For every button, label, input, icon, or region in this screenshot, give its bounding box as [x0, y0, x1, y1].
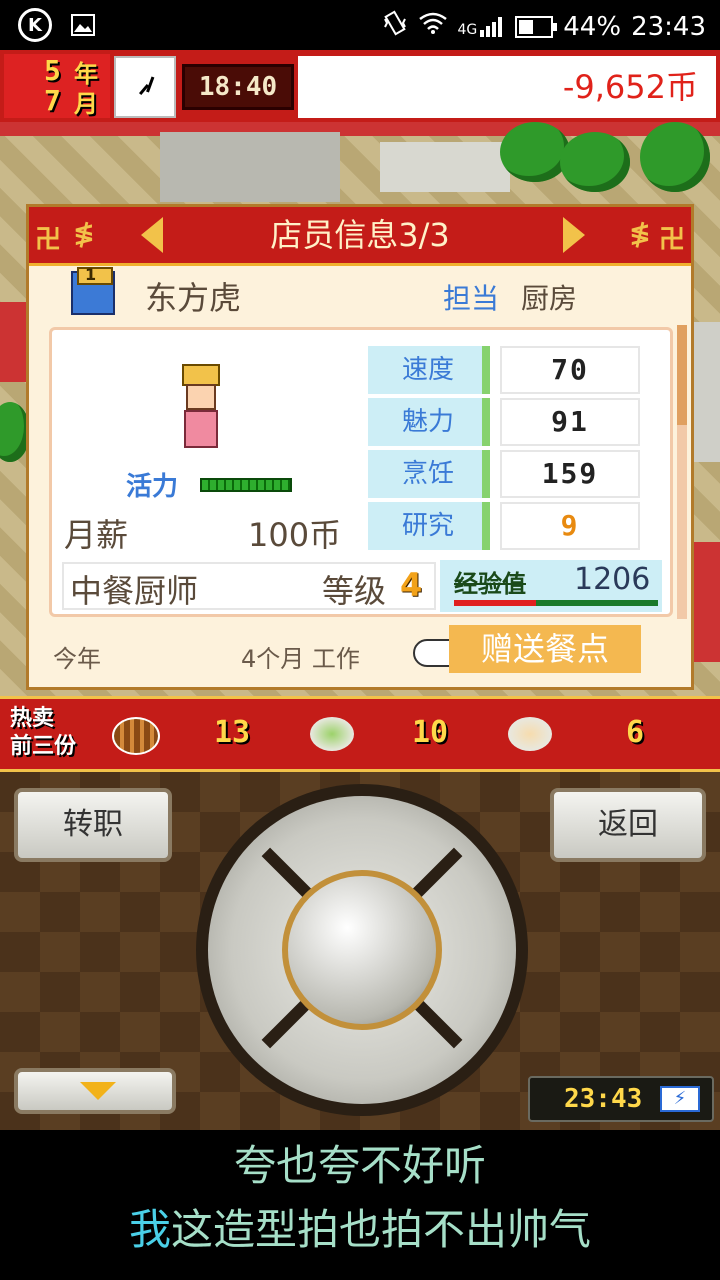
- salary-value: 100币: [248, 516, 342, 554]
- subtitle-line-1: 夸也夸不好听: [233, 1141, 486, 1190]
- year-number: 5: [44, 54, 61, 87]
- scrollbar-thumb[interactable]: [677, 325, 687, 425]
- gift-meal-button[interactable]: 赠送餐点: [449, 625, 641, 673]
- tofu-icon: [508, 717, 552, 751]
- chef-avatar: [176, 364, 226, 454]
- stat-name: 烹饪: [368, 450, 490, 498]
- food-count: 13: [214, 715, 251, 750]
- date-box: 5 年 7 月: [4, 54, 110, 118]
- device-clock-time: 23:43: [564, 1084, 643, 1114]
- this-year-label: 今年: [53, 645, 101, 673]
- stat-value: 91: [500, 398, 640, 446]
- prev-staff-arrow-icon[interactable]: [141, 217, 163, 253]
- battery-percent: 44%: [563, 11, 622, 42]
- network-type: 4G: [457, 21, 478, 38]
- dpad-center-button[interactable]: [282, 870, 442, 1030]
- device-clock: 23:43 ⚡: [528, 1076, 714, 1122]
- level-value: 4: [400, 566, 423, 604]
- duty-value: 厨房: [521, 282, 578, 315]
- clock-icon: [114, 56, 176, 118]
- food-count: 10: [412, 715, 449, 750]
- stat-value: 9: [500, 502, 640, 550]
- subtitle-line-2: 我这造型拍也拍不出帅气: [0, 1196, 720, 1257]
- battery-icon: [515, 15, 558, 38]
- chevron-down-icon: [80, 1082, 116, 1100]
- panel-header: 卍 ≸ ≸ 卍 店员信息3/3: [29, 207, 691, 266]
- wifi-icon: [418, 11, 448, 42]
- next-staff-arrow-icon[interactable]: [563, 217, 585, 253]
- stat-value: 159: [500, 450, 640, 498]
- back-button[interactable]: 返回: [550, 788, 706, 862]
- staff-card: 活力 月薪 100币 速度 70 魅力 91 烹饪 159 研究 9 中餐厨师 …: [49, 327, 673, 617]
- job-box: 中餐厨师 等级 4: [62, 562, 436, 610]
- salad-icon: [310, 717, 354, 751]
- game-top-bar: 5 年 7 月 18:40 -9,652币: [0, 50, 720, 122]
- rank-crown-icon: 1: [71, 265, 115, 315]
- staff-name: 东方虎: [145, 279, 242, 317]
- exp-bar: [454, 600, 658, 606]
- k-icon: K: [18, 8, 52, 42]
- subtitle-line-2-highlight: 我: [128, 1205, 171, 1254]
- vibrate-icon: [382, 10, 408, 43]
- status-bar: K 4G 44% 23:43: [0, 0, 720, 50]
- exp-value: 1206: [574, 562, 651, 597]
- transfer-job-button[interactable]: 转职: [14, 788, 172, 862]
- vitality-label: 活力: [126, 472, 179, 502]
- month-unit: 月: [74, 90, 98, 118]
- status-time: 23:43: [631, 11, 706, 42]
- staff-info-panel: 卍 ≸ ≸ 卍 店员信息3/3 1 东方虎 担当 厨房 活力 月薪 100币 速…: [26, 204, 694, 690]
- stat-row-research: 研究 9: [368, 502, 640, 550]
- stat-name: 魅力: [368, 398, 490, 446]
- scroll-down-button[interactable]: [14, 1068, 176, 1114]
- rank-number: 1: [85, 265, 97, 284]
- hot-sales-label: 热卖 前三份: [10, 705, 90, 761]
- hot-sales-label-line2: 前三份: [10, 734, 77, 759]
- skewer-icon: [112, 717, 160, 755]
- month-number: 7: [44, 84, 61, 117]
- stat-row-speed: 速度 70: [368, 346, 640, 394]
- food-count: 6: [626, 715, 645, 750]
- hot-sales-bar: 热卖 前三份 13 10 6: [0, 696, 720, 772]
- image-icon: [66, 8, 100, 42]
- salary-label: 月薪: [64, 516, 129, 554]
- stat-value: 70: [500, 346, 640, 394]
- game-time: 18:40: [182, 64, 294, 110]
- job-name: 中餐厨师: [70, 572, 199, 610]
- status-right: 4G 44% 23:43: [382, 10, 706, 43]
- subtitle-line-2-rest: 这造型拍也拍不出帅气: [171, 1205, 592, 1254]
- exp-box: 经验值 1206: [440, 560, 662, 612]
- stat-name: 研究: [368, 502, 490, 550]
- duty-label: 担当: [443, 282, 500, 315]
- vitality-bar: [200, 478, 292, 492]
- months-worked: 4个月 工作: [241, 645, 360, 673]
- panel-title: 店员信息3/3: [270, 216, 450, 254]
- charging-battery-icon: ⚡: [660, 1086, 700, 1112]
- stat-row-cooking: 烹饪 159: [368, 450, 640, 498]
- stat-row-charm: 魅力 91: [368, 398, 640, 446]
- stat-name: 速度: [368, 346, 490, 394]
- signal-icon: 4G: [458, 16, 506, 38]
- exp-label: 经验值: [454, 570, 526, 598]
- level-label: 等级: [322, 572, 387, 610]
- hot-sales-label-line1: 热卖: [10, 706, 55, 731]
- money-display: -9,652币: [298, 56, 716, 118]
